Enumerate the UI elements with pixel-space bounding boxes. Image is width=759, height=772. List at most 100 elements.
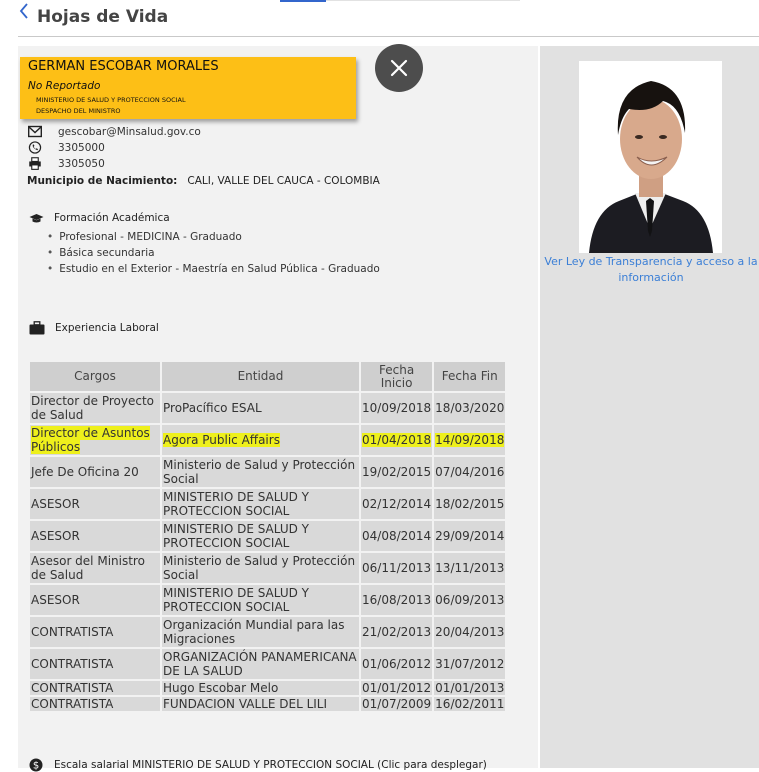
- org-office: DESPACHO DEL MINISTRO: [36, 107, 121, 115]
- cell-fecha-fin: 06/09/2013: [434, 585, 506, 615]
- cell-entidad: Agora Public Affairs: [162, 425, 359, 455]
- cell-fecha-fin: 16/02/2011: [434, 697, 506, 711]
- active-tab-indicator: [280, 0, 326, 2]
- cell-entidad: ORGANIZACIÓN PANAMERICANA DE LA SALUD: [162, 649, 359, 679]
- contact-phone: 3305000: [28, 141, 105, 154]
- tab-strip-line: [326, 0, 520, 1]
- cell-entidad: Hugo Escobar Melo: [162, 681, 359, 695]
- briefcase-icon: [29, 321, 45, 335]
- table-row: CONTRATISTA Hugo Escobar Melo 01/01/2012…: [30, 681, 506, 695]
- cell-fecha-inicio: 01/01/2012: [361, 681, 433, 695]
- org-ministry: MINISTERIO DE SALUD Y PROTECCION SOCIAL: [36, 96, 186, 104]
- name-card: GERMAN ESCOBAR MORALES No Reportado MINI…: [20, 57, 356, 119]
- cell-fecha-inicio: 16/08/2013: [361, 585, 433, 615]
- cell-entidad: MINISTERIO DE SALUD Y PROTECCION SOCIAL: [162, 521, 359, 551]
- cell-cargo: CONTRATISTA: [30, 697, 160, 711]
- salary-scale-toggle[interactable]: $ Escala salarial MINISTERIO DE SALUD Y …: [29, 758, 487, 772]
- column-header-cargos: Cargos: [30, 362, 160, 391]
- fax-value: 3305050: [58, 157, 105, 170]
- printer-icon: [29, 157, 41, 170]
- cell-fecha-fin: 18/03/2020: [434, 393, 506, 423]
- cell-cargo: ASESOR: [30, 521, 160, 551]
- experience-heading: Experiencia Laboral: [29, 321, 159, 335]
- education-item: Estudio en el Exterior - Maestría en Sal…: [47, 261, 380, 277]
- table-row: ASESOR MINISTERIO DE SALUD Y PROTECCION …: [30, 585, 506, 615]
- page-title: Hojas de Vida: [37, 7, 169, 27]
- cell-entidad: Ministerio de Salud y Protección Social: [162, 457, 359, 487]
- table-row: CONTRATISTA Organización Mundial para la…: [30, 617, 506, 647]
- column-header-fecha-inicio: Fecha Inicio: [361, 362, 433, 391]
- cell-fecha-fin: 29/09/2014: [434, 521, 506, 551]
- birthplace-value: CALI, VALLE DEL CAUCA - COLOMBIA: [187, 175, 380, 187]
- cell-fecha-inicio: 02/12/2014: [361, 489, 433, 519]
- cell-fecha-fin: 20/04/2013: [434, 617, 506, 647]
- table-row: ASESOR MINISTERIO DE SALUD Y PROTECCION …: [30, 521, 506, 551]
- birthplace-label: Municipio de Nacimiento:: [27, 175, 178, 187]
- table-row: ASESOR MINISTERIO DE SALUD Y PROTECCION …: [30, 489, 506, 519]
- email-value: gescobar@Minsalud.gov.co: [58, 125, 201, 138]
- report-status: No Reportado: [28, 80, 101, 92]
- cell-cargo: Director de Proyecto de Salud: [30, 393, 160, 423]
- person-name: GERMAN ESCOBAR MORALES: [28, 59, 219, 74]
- cell-entidad: MINISTERIO DE SALUD Y PROTECCION SOCIAL: [162, 585, 359, 615]
- education-list: Profesional - MEDICINA - Graduado Básica…: [47, 229, 380, 277]
- cell-fecha-fin: 07/04/2016: [434, 457, 506, 487]
- cell-cargo: ASESOR: [30, 585, 160, 615]
- cell-entidad: FUNDACION VALLE DEL LILI: [162, 697, 359, 711]
- education-title: Formación Académica: [54, 212, 170, 224]
- cell-entidad: ProPacífico ESAL: [162, 393, 359, 423]
- transparency-link[interactable]: Ver Ley de Transparencia y acceso a la i…: [543, 254, 759, 286]
- table-header-row: Cargos Entidad Fecha Inicio Fecha Fin: [30, 362, 506, 391]
- table-row: CONTRATISTA ORGANIZACIÓN PANAMERICANA DE…: [30, 649, 506, 679]
- column-header-entidad: Entidad: [162, 362, 359, 391]
- cell-cargo: CONTRATISTA: [30, 617, 160, 647]
- table-row: Jefe De Oficina 20 Ministerio de Salud y…: [30, 457, 506, 487]
- contact-fax: 3305050: [28, 157, 105, 170]
- phone-icon: [28, 141, 42, 154]
- cell-fecha-inicio: 01/07/2009: [361, 697, 433, 711]
- table-row: CONTRATISTA FUNDACION VALLE DEL LILI 01/…: [30, 697, 506, 711]
- cell-entidad: Ministerio de Salud y Protección Social: [162, 553, 359, 583]
- education-item: Profesional - MEDICINA - Graduado: [47, 229, 380, 245]
- cell-cargo: Director de Asuntos Públicos: [30, 425, 160, 455]
- cell-cargo: Asesor del Ministro de Salud: [30, 553, 160, 583]
- cell-fecha-fin: 14/09/2018: [434, 425, 506, 455]
- cell-fecha-fin: 31/07/2012: [434, 649, 506, 679]
- chevron-left-icon[interactable]: [18, 3, 32, 23]
- highlighted-text: 01/04/2018: [362, 433, 432, 447]
- highlighted-text: 14/09/2018: [435, 433, 505, 447]
- cell-cargo: ASESOR: [30, 489, 160, 519]
- cell-entidad: Organización Mundial para las Migracione…: [162, 617, 359, 647]
- cell-cargo: CONTRATISTA: [30, 681, 160, 695]
- organization: MINISTERIO DE SALUD Y PROTECCION SOCIAL …: [36, 95, 186, 117]
- cell-fecha-inicio: 01/04/2018: [361, 425, 433, 455]
- salary-scale-text: Escala salarial MINISTERIO DE SALUD Y PR…: [54, 759, 487, 771]
- column-header-fecha-fin: Fecha Fin: [434, 362, 506, 391]
- contact-email: gescobar@Minsalud.gov.co: [28, 125, 201, 138]
- education-heading: Formación Académica: [29, 212, 170, 224]
- close-button[interactable]: [375, 44, 423, 92]
- table-row: Asesor del Ministro de Salud Ministerio …: [30, 553, 506, 583]
- dollar-circle-icon: $: [29, 758, 43, 772]
- profile-photo: [579, 61, 722, 253]
- cell-fecha-fin: 01/01/2013: [434, 681, 506, 695]
- experience-title: Experiencia Laboral: [55, 322, 159, 334]
- cell-cargo: CONTRATISTA: [30, 649, 160, 679]
- cell-fecha-inicio: 04/08/2014: [361, 521, 433, 551]
- table-row-highlighted: Director de Asuntos Públicos Agora Publi…: [30, 425, 506, 455]
- close-icon: [390, 59, 408, 77]
- experience-table: Cargos Entidad Fecha Inicio Fecha Fin Di…: [28, 360, 507, 713]
- cell-fecha-inicio: 01/06/2012: [361, 649, 433, 679]
- cell-cargo: Jefe De Oficina 20: [30, 457, 160, 487]
- birthplace: Municipio de Nacimiento: CALI, VALLE DEL …: [27, 175, 380, 187]
- envelope-icon: [28, 125, 42, 138]
- highlighted-text: Agora Public Affairs: [163, 433, 280, 447]
- cell-fecha-inicio: 10/09/2018: [361, 393, 433, 423]
- cell-fecha-fin: 13/11/2013: [434, 553, 506, 583]
- cell-fecha-fin: 18/02/2015: [434, 489, 506, 519]
- svg-text:$: $: [33, 761, 39, 772]
- phone-value: 3305000: [58, 141, 105, 154]
- education-item: Básica secundaria: [47, 245, 380, 261]
- highlighted-text: Director de Asuntos Públicos: [31, 426, 150, 454]
- header-divider: [18, 36, 759, 37]
